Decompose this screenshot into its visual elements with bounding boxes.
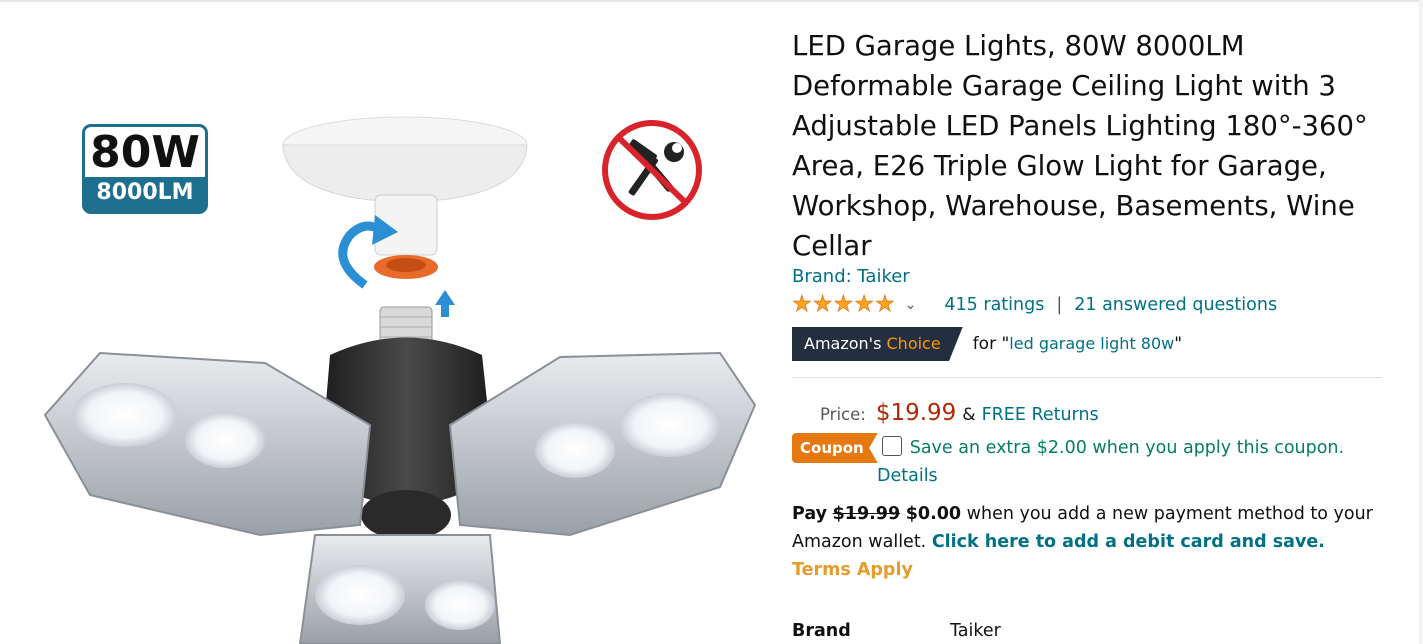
- terms-apply-link[interactable]: Terms Apply: [792, 560, 913, 580]
- coupon-row: Coupon Save an extra $2.00 when you appl…: [792, 433, 1350, 463]
- star-rating[interactable]: ★ ★ ★ ★ ★: [792, 292, 896, 317]
- coupon-details-link[interactable]: Details: [877, 463, 938, 489]
- free-returns-link[interactable]: FREE Returns: [982, 405, 1099, 425]
- amazons-choice-row: Amazon's Choice for "led garage light 80…: [792, 327, 1182, 361]
- price-amp: &: [962, 405, 976, 425]
- payment-offer: Pay $19.99 $0.00 when you add a new paym…: [792, 500, 1382, 584]
- rating-row: ★ ★ ★ ★ ★ ⌄ 415 ratings | 21 answered qu…: [792, 292, 1277, 318]
- star-icon: ★: [874, 292, 896, 317]
- no-tools-needed-icon: [602, 120, 702, 220]
- pay-prefix: Pay: [792, 504, 828, 524]
- answered-questions-link[interactable]: 21 answered questions: [1074, 295, 1277, 315]
- amazons-choice-badge: Amazon's Choice: [792, 327, 963, 361]
- scrollbar[interactable]: [1419, 0, 1423, 644]
- add-debit-card-link[interactable]: Click here to add a debit card and save.: [932, 532, 1325, 552]
- details-brand-value: Taiker: [950, 621, 1001, 641]
- price-value: $19.99: [875, 400, 957, 426]
- pay-old-price: $19.99: [832, 504, 901, 524]
- choice-for-suffix: ": [1174, 334, 1183, 354]
- details-brand-key: Brand: [792, 621, 851, 641]
- choice-for-prefix: for ": [972, 334, 1010, 354]
- price-row: Price: $19.99 & FREE Returns: [820, 400, 1099, 426]
- choice-keyword-link[interactable]: led garage light 80w: [1009, 334, 1174, 353]
- star-icon: ★: [792, 292, 813, 317]
- chevron-down-icon[interactable]: ⌄: [905, 297, 917, 313]
- ratings-count-link[interactable]: 415 ratings: [944, 295, 1044, 315]
- top-border: [0, 0, 1423, 2]
- wattage-badge: 80W 8000LM: [82, 124, 208, 214]
- star-icon: ★: [854, 292, 875, 317]
- badge-lumens: 8000LM: [96, 180, 194, 205]
- brand-link[interactable]: Brand: Taiker: [792, 265, 910, 289]
- product-title: LED Garage Lights, 80W 8000LM Deformable…: [792, 30, 1368, 262]
- ratings-separator: |: [1056, 295, 1063, 315]
- coupon-text[interactable]: Save an extra $2.00 when you apply this …: [910, 433, 1350, 463]
- choice-for-text: for "led garage light 80w": [973, 334, 1182, 354]
- pay-new-price: $0.00: [905, 504, 962, 524]
- star-icon: ★: [812, 292, 833, 317]
- star-icon: ★: [833, 292, 854, 317]
- coupon-badge: Coupon: [792, 433, 878, 463]
- price-label: Price:: [820, 405, 866, 424]
- badge-watts: 80W: [85, 127, 205, 178]
- section-divider: [792, 377, 1382, 378]
- coupon-checkbox[interactable]: [881, 436, 902, 456]
- choice-label-prefix: Amazon's: [804, 334, 882, 353]
- choice-label-highlight: Choice: [886, 334, 941, 353]
